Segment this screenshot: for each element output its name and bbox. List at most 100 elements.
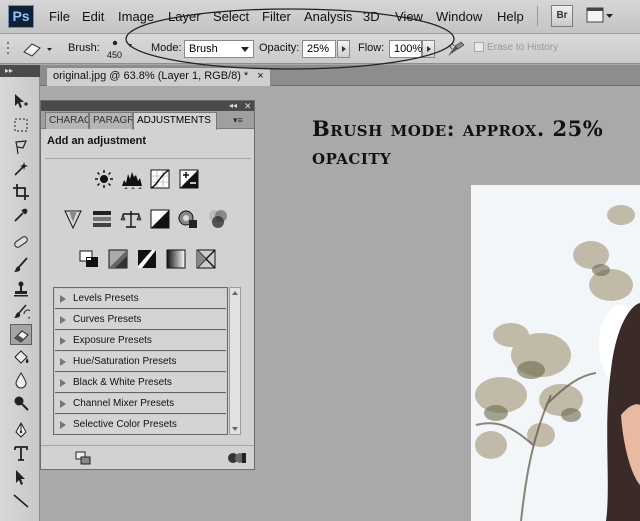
history-brush-tool[interactable] [10,302,32,323]
menu-3d[interactable]: 3D [363,9,380,24]
opacity-field[interactable]: 25% [302,40,336,58]
panel-heading: Add an adjustment [47,135,147,147]
blur-tool[interactable] [10,370,32,391]
preset-channel-mixer[interactable]: Channel Mixer Presets [55,394,226,414]
exposure-button[interactable] [178,168,200,190]
preset-selective-color[interactable]: Selective Color Presets [55,415,226,435]
photo-filter-button[interactable] [177,208,199,230]
spot-healing-tool[interactable] [10,232,32,253]
channel-mixer-button[interactable] [207,208,229,230]
preset-levels[interactable]: Levels Presets [55,289,226,309]
photoshop-logo: Ps [8,5,34,28]
quick-selection-tool[interactable] [10,159,32,180]
flow-value: 100% [394,43,423,55]
black-white-button[interactable] [149,208,171,230]
move-tool[interactable] [10,91,32,112]
marquee-tool-icon [14,118,28,132]
menu-file[interactable]: File [49,9,70,24]
dodge-icon [14,396,29,411]
document-tab-label: original.jpg @ 63.8% (Layer 1, RGB/8) * [53,70,249,82]
preset-label: Curves Presets [73,314,142,325]
tools-collapse-bar[interactable]: ▸▸ [0,65,40,77]
curves-button[interactable] [149,168,171,190]
type-tool-icon [14,446,28,461]
menu-help[interactable]: Help [497,9,524,24]
tab-adjustments[interactable]: ADJUSTMENTS [133,112,217,130]
crop-tool[interactable] [10,182,32,203]
preset-label: Levels Presets [73,293,139,304]
erase-to-history-label: Erase to History [487,42,559,53]
stamp-icon [14,281,28,297]
invert-button[interactable] [78,248,100,270]
tool-preset-picker[interactable] [20,39,54,59]
gradient-map-button[interactable] [165,248,187,270]
screen-mode-button[interactable] [585,5,615,27]
presets-scrollbar[interactable] [229,287,241,435]
preset-label: Selective Color Presets [73,419,177,430]
erase-to-history-checkbox[interactable] [474,42,484,52]
brightness-contrast-button[interactable] [93,168,115,190]
close-tab-icon[interactable]: × [257,70,263,82]
clone-stamp-tool[interactable] [10,279,32,300]
menu-view[interactable]: View [395,9,423,24]
color-balance-button[interactable] [120,208,142,230]
opacity-slider-button[interactable] [337,40,350,58]
vibrance-button[interactable] [62,208,84,230]
dodge-tool[interactable] [10,393,32,414]
menu-filter[interactable]: Filter [262,9,291,24]
paint-bucket-tool[interactable] [10,347,32,368]
posterize-button[interactable] [107,248,129,270]
flow-slider-button[interactable] [422,40,435,58]
scroll-down-icon[interactable] [232,427,238,431]
eraser-icon [14,330,29,343]
panel-menu-icon[interactable]: ▾≡ [233,114,251,126]
preset-hue-saturation[interactable]: Hue/Saturation Presets [55,352,226,372]
collapse-panel-icon[interactable]: ◂◂ [229,101,237,111]
chevron-down-icon [241,47,249,52]
expand-triangle-icon [60,316,66,324]
menu-layer[interactable]: Layer [168,9,201,24]
pen-tool[interactable] [10,420,32,441]
preset-label: Hue/Saturation Presets [73,356,177,367]
tab-character[interactable]: CHARACTER [45,112,89,129]
path-selection-tool[interactable] [10,467,32,488]
type-tool[interactable] [10,443,32,464]
close-panel-icon[interactable]: ✕ [244,101,252,111]
panel-title-bar[interactable]: ◂◂ ✕ [41,101,254,111]
menu-image[interactable]: Image [118,9,154,24]
scroll-up-icon[interactable] [232,291,238,295]
levels-button[interactable] [121,168,143,190]
clip-to-layer-button[interactable] [75,451,91,465]
mode-select[interactable]: Brush [184,40,254,58]
menu-select[interactable]: Select [213,9,249,24]
eyedropper-tool[interactable] [10,205,32,226]
tab-paragraph[interactable]: PARAGRAPH [89,112,133,129]
menu-window[interactable]: Window [436,9,482,24]
menu-analysis[interactable]: Analysis [304,9,352,24]
hue-saturation-button[interactable] [91,208,113,230]
preset-exposure[interactable]: Exposure Presets [55,331,226,351]
line-tool[interactable] [10,491,32,512]
exposure-icon [179,169,199,189]
magic-wand-icon [14,162,28,176]
brush-picker[interactable]: 450 [104,37,132,63]
color-balance-icon [120,211,142,228]
brush-tool[interactable] [10,255,32,276]
gradient-map-icon [166,249,186,269]
expand-triangle-icon [60,337,66,345]
lasso-tool[interactable] [10,137,32,158]
preset-label: Exposure Presets [73,335,152,346]
visibility-mask-button[interactable] [227,451,247,465]
marquee-tool[interactable] [10,115,32,136]
threshold-button[interactable] [136,248,158,270]
preset-black-white[interactable]: Black & White Presets [55,373,226,393]
launch-bridge-button[interactable]: Br [551,5,573,27]
menu-edit[interactable]: Edit [82,9,104,24]
selective-color-button[interactable] [195,248,217,270]
preset-curves[interactable]: Curves Presets [55,310,226,330]
airbrush-toggle[interactable] [446,40,466,58]
flow-field[interactable]: 100% [389,40,422,58]
threshold-icon [138,250,156,268]
eraser-tool[interactable] [10,324,32,345]
document-tab[interactable]: original.jpg @ 63.8% (Layer 1, RGB/8) * … [46,67,271,86]
